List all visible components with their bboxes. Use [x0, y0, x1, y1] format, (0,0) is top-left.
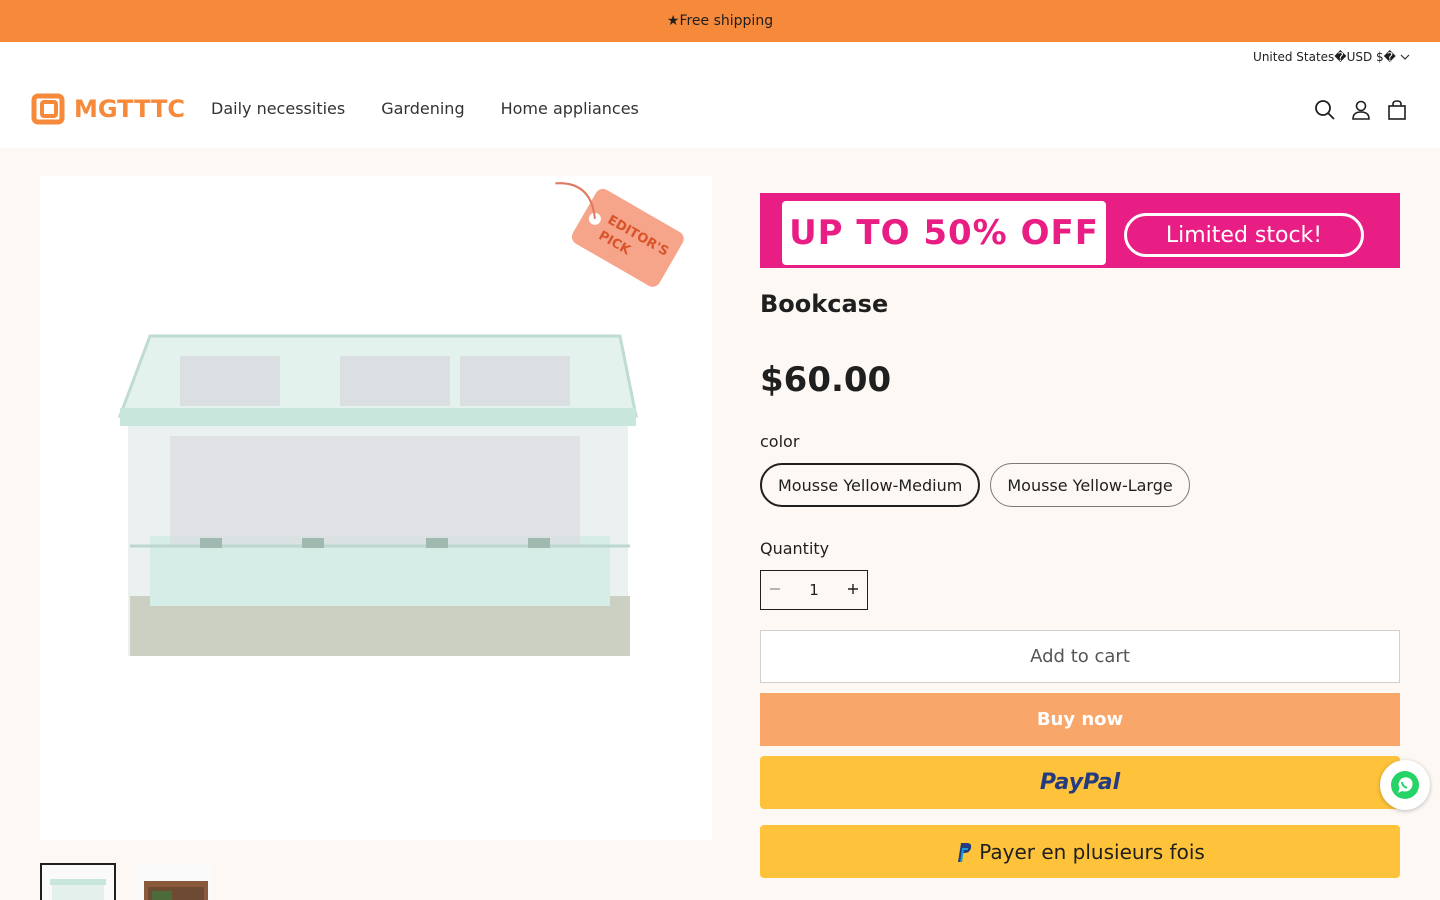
add-to-cart-button[interactable]: Add to cart	[760, 630, 1400, 683]
logo-text: MGTTTC	[74, 95, 185, 123]
search-icon[interactable]	[1314, 99, 1336, 121]
logo[interactable]: MGTTTC	[30, 90, 185, 128]
promo-discount: UP TO 50% OFF	[782, 201, 1106, 265]
announcement-bar: ★Free shipping	[0, 0, 1440, 42]
variant-selector: Mousse Yellow-Medium Mousse Yellow-Large	[760, 463, 1400, 507]
variant-large[interactable]: Mousse Yellow-Large	[990, 463, 1190, 507]
whatsapp-chat-button[interactable]	[1380, 760, 1430, 810]
product-gallery: EDITOR'S PICK	[40, 176, 712, 840]
nav-home-appliances[interactable]: Home appliances	[501, 99, 639, 118]
product-title: Bookcase	[760, 290, 889, 318]
header-icons	[1314, 99, 1408, 121]
decrease-quantity-button[interactable]	[769, 581, 781, 599]
nav-gardening[interactable]: Gardening	[381, 99, 464, 118]
paypal-icon	[958, 842, 972, 862]
chevron-down-icon	[1400, 54, 1410, 60]
quantity-label: Quantity	[760, 539, 830, 558]
pay-in-installments-label: Payer en plusieurs fois	[979, 839, 1205, 864]
variant-medium[interactable]: Mousse Yellow-Medium	[760, 463, 981, 507]
pay-in-installments-button[interactable]: Payer en plusieurs fois	[760, 825, 1400, 878]
thumbnail-list	[40, 863, 212, 900]
buy-now-button[interactable]: Buy now	[760, 693, 1400, 746]
thumbnail-2[interactable]	[136, 863, 212, 900]
promo-limited-stock: Limited stock!	[1124, 213, 1364, 257]
cart-icon[interactable]	[1386, 99, 1408, 121]
site-header: United States�USD $� MGTTTC Daily necess…	[0, 42, 1440, 148]
announcement-text: ★Free shipping	[666, 13, 774, 29]
nav-daily-necessities[interactable]: Daily necessities	[211, 99, 345, 118]
account-icon[interactable]	[1350, 99, 1372, 121]
locale-text: United States�USD $�	[1253, 50, 1396, 64]
product-price: $60.00	[760, 360, 892, 400]
paypal-button[interactable]: PayPal	[760, 756, 1400, 809]
quantity-stepper: 1	[760, 570, 868, 610]
logo-icon	[31, 93, 65, 125]
locale-selector[interactable]: United States�USD $�	[1253, 50, 1410, 64]
paypal-logo-text: PayPal	[1039, 770, 1121, 795]
color-label: color	[760, 432, 800, 451]
product-image[interactable]: EDITOR'S PICK	[40, 176, 712, 840]
product-info: UP TO 50% OFF Limited stock! Bookcase $6…	[760, 193, 1400, 878]
main-nav: Daily necessities Gardening Home applian…	[211, 99, 639, 118]
whatsapp-icon	[1391, 771, 1419, 799]
quantity-input[interactable]: 1	[809, 581, 819, 599]
thumbnail-1[interactable]	[40, 863, 116, 900]
increase-quantity-button[interactable]	[847, 581, 859, 599]
promo-banner: UP TO 50% OFF Limited stock!	[760, 193, 1400, 268]
